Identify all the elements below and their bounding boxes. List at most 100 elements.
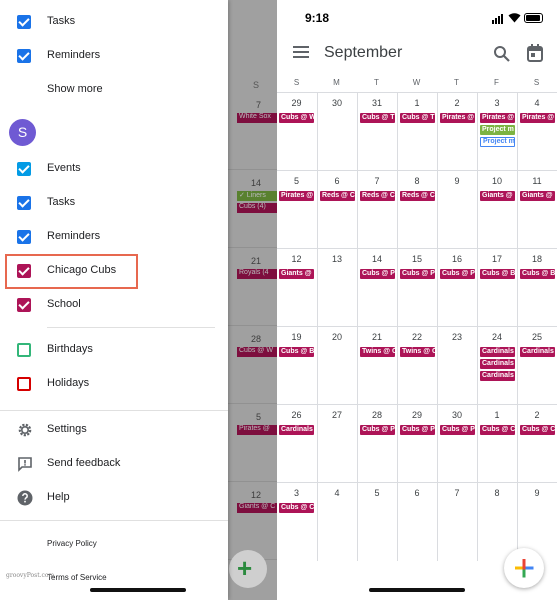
day-cell[interactable]: 20 bbox=[317, 327, 356, 405]
day-cell[interactable]: 18 Cubs @ B bbox=[517, 249, 556, 327]
event-chip[interactable]: Reds @ C bbox=[320, 191, 355, 201]
day-cell[interactable]: 16 Cubs @ P bbox=[437, 249, 476, 327]
day-cell[interactable]: 30 bbox=[317, 93, 356, 171]
event-chip[interactable]: Twins @ C bbox=[400, 347, 435, 357]
privacy-policy-link[interactable]: Privacy Policy bbox=[47, 539, 97, 548]
day-cell[interactable]: 27 bbox=[317, 405, 356, 483]
checkbox-checked-icon[interactable] bbox=[17, 230, 31, 244]
event-chip[interactable]: Project m bbox=[480, 125, 515, 135]
event-chip[interactable]: Reds @ C bbox=[360, 191, 395, 201]
event-chip[interactable]: Project m bbox=[480, 137, 515, 147]
scrim-overlay[interactable] bbox=[228, 0, 277, 600]
event-chip[interactable]: Cardinals bbox=[480, 359, 515, 369]
event-chip[interactable]: Cardinals bbox=[480, 371, 515, 381]
event-chip[interactable]: Cubs @ T bbox=[400, 113, 435, 123]
checkbox-checked-icon[interactable] bbox=[17, 15, 31, 29]
day-cell[interactable]: 11 Giants @ bbox=[517, 171, 556, 249]
day-cell[interactable]: 24 Cardinals Cardinals Cardinals bbox=[477, 327, 516, 405]
day-cell[interactable]: 28 Cubs @ P bbox=[357, 405, 396, 483]
event-chip[interactable]: Cardinals bbox=[279, 425, 314, 435]
day-cell[interactable]: 17 Cubs @ B bbox=[477, 249, 516, 327]
day-cell[interactable]: 9 bbox=[437, 171, 476, 249]
day-cell[interactable]: 2 Cubs @ C bbox=[517, 405, 556, 483]
checkbox-checked-icon[interactable] bbox=[17, 264, 31, 278]
event-chip[interactable]: Pirates @ bbox=[480, 113, 515, 123]
day-cell[interactable]: 19 Cubs @ B bbox=[277, 327, 316, 405]
event-chip[interactable]: Cardinals bbox=[480, 347, 515, 357]
day-cell[interactable]: 29 Cubs @ P bbox=[397, 405, 436, 483]
day-cell[interactable]: 7 Reds @ C bbox=[357, 171, 396, 249]
event-chip[interactable]: Giants @ bbox=[279, 269, 314, 279]
calendar-item-reminders[interactable]: Reminders bbox=[0, 41, 228, 71]
day-cell[interactable]: 29 Cubs @ W bbox=[277, 93, 316, 171]
day-cell[interactable]: 25 Cardinals bbox=[517, 327, 556, 405]
checkbox-checked-icon[interactable] bbox=[17, 298, 31, 312]
send-feedback-button[interactable]: Send feedback bbox=[0, 449, 228, 479]
day-cell[interactable]: 4 bbox=[317, 483, 356, 561]
event-chip[interactable]: Cubs @ B bbox=[279, 347, 314, 357]
month-title[interactable]: September bbox=[324, 44, 402, 62]
day-cell[interactable]: 31 Cubs @ T bbox=[357, 93, 396, 171]
create-event-button[interactable] bbox=[504, 548, 544, 588]
calendar-item-school[interactable]: School bbox=[0, 290, 228, 320]
day-cell[interactable]: 1 Cubs @ C bbox=[477, 405, 516, 483]
day-cell[interactable]: 1 Cubs @ T bbox=[397, 93, 436, 171]
day-cell[interactable]: 3 Pirates @ Project m Project m bbox=[477, 93, 516, 171]
day-cell[interactable]: 22 Twins @ C bbox=[397, 327, 436, 405]
event-chip[interactable]: Cubs @ P bbox=[360, 425, 395, 435]
checkbox-checked-icon[interactable] bbox=[17, 162, 31, 176]
day-cell[interactable]: 15 Cubs @ P bbox=[397, 249, 436, 327]
day-cell[interactable]: 3 Cubs @ C bbox=[277, 483, 316, 561]
calendar-item-holidays[interactable]: Holidays bbox=[0, 369, 228, 399]
calendar-item-tasks[interactable]: Tasks bbox=[0, 7, 228, 37]
day-cell[interactable]: 5 bbox=[357, 483, 396, 561]
day-cell[interactable]: 30 Cubs @ P bbox=[437, 405, 476, 483]
menu-button[interactable] bbox=[293, 46, 309, 60]
help-button[interactable]: Help bbox=[0, 483, 228, 513]
event-chip[interactable]: Reds @ C bbox=[400, 191, 435, 201]
event-chip[interactable]: Cubs @ C bbox=[480, 425, 515, 435]
day-cell[interactable]: 14 Cubs @ P bbox=[357, 249, 396, 327]
checkbox-checked-icon[interactable] bbox=[17, 196, 31, 210]
day-cell[interactable]: 21 Twins @ C bbox=[357, 327, 396, 405]
day-cell[interactable]: 12 Giants @ bbox=[277, 249, 316, 327]
day-cell[interactable]: 5 Pirates @ bbox=[277, 171, 316, 249]
event-chip[interactable]: Cardinals bbox=[520, 347, 555, 357]
event-chip[interactable]: Cubs @ P bbox=[400, 425, 435, 435]
calendar-item-events[interactable]: Events bbox=[0, 154, 228, 184]
day-cell[interactable]: 10 Giants @ bbox=[477, 171, 516, 249]
event-chip[interactable]: Cubs @ P bbox=[360, 269, 395, 279]
day-cell[interactable]: 6 Reds @ C bbox=[317, 171, 356, 249]
event-chip[interactable]: Giants @ bbox=[520, 191, 555, 201]
search-icon[interactable] bbox=[493, 45, 511, 63]
event-chip[interactable]: Cubs @ C bbox=[279, 503, 314, 513]
account-avatar[interactable]: S bbox=[9, 119, 36, 146]
event-chip[interactable]: Cubs @ W bbox=[279, 113, 314, 123]
calendar-item-chicago-cubs[interactable]: Chicago Cubs bbox=[0, 256, 228, 286]
calendar-item-birthdays[interactable]: Birthdays bbox=[0, 335, 228, 365]
event-chip[interactable]: Pirates @ bbox=[279, 191, 314, 201]
calendar-item-tasks[interactable]: Tasks bbox=[0, 188, 228, 218]
event-chip[interactable]: Cubs @ T bbox=[360, 113, 395, 123]
day-cell[interactable]: 6 bbox=[397, 483, 436, 561]
event-chip[interactable]: Cubs @ P bbox=[440, 269, 475, 279]
checkbox-unchecked-icon[interactable] bbox=[17, 377, 31, 391]
day-cell[interactable]: 2 Pirates @ bbox=[437, 93, 476, 171]
day-cell[interactable]: 4 Pirates @ bbox=[517, 93, 556, 171]
calendar-item-reminders[interactable]: Reminders bbox=[0, 222, 228, 252]
day-cell[interactable]: 13 bbox=[317, 249, 356, 327]
event-chip[interactable]: Pirates @ bbox=[440, 113, 475, 123]
settings-button[interactable]: Settings bbox=[0, 415, 228, 445]
event-chip[interactable]: Pirates @ bbox=[520, 113, 555, 123]
checkbox-unchecked-icon[interactable] bbox=[17, 343, 31, 357]
day-cell[interactable]: 26 Cardinals bbox=[277, 405, 316, 483]
event-chip[interactable]: Cubs @ B bbox=[480, 269, 515, 279]
day-cell[interactable]: 23 bbox=[437, 327, 476, 405]
event-chip[interactable]: Cubs @ P bbox=[440, 425, 475, 435]
event-chip[interactable]: Twins @ C bbox=[360, 347, 395, 357]
event-chip[interactable]: Cubs @ C bbox=[520, 425, 555, 435]
show-more-button[interactable]: Show more bbox=[0, 75, 228, 105]
calendar-today-icon[interactable] bbox=[527, 44, 543, 62]
terms-of-service-link[interactable]: Terms of Service bbox=[47, 573, 107, 582]
day-cell[interactable]: 7 bbox=[437, 483, 476, 561]
